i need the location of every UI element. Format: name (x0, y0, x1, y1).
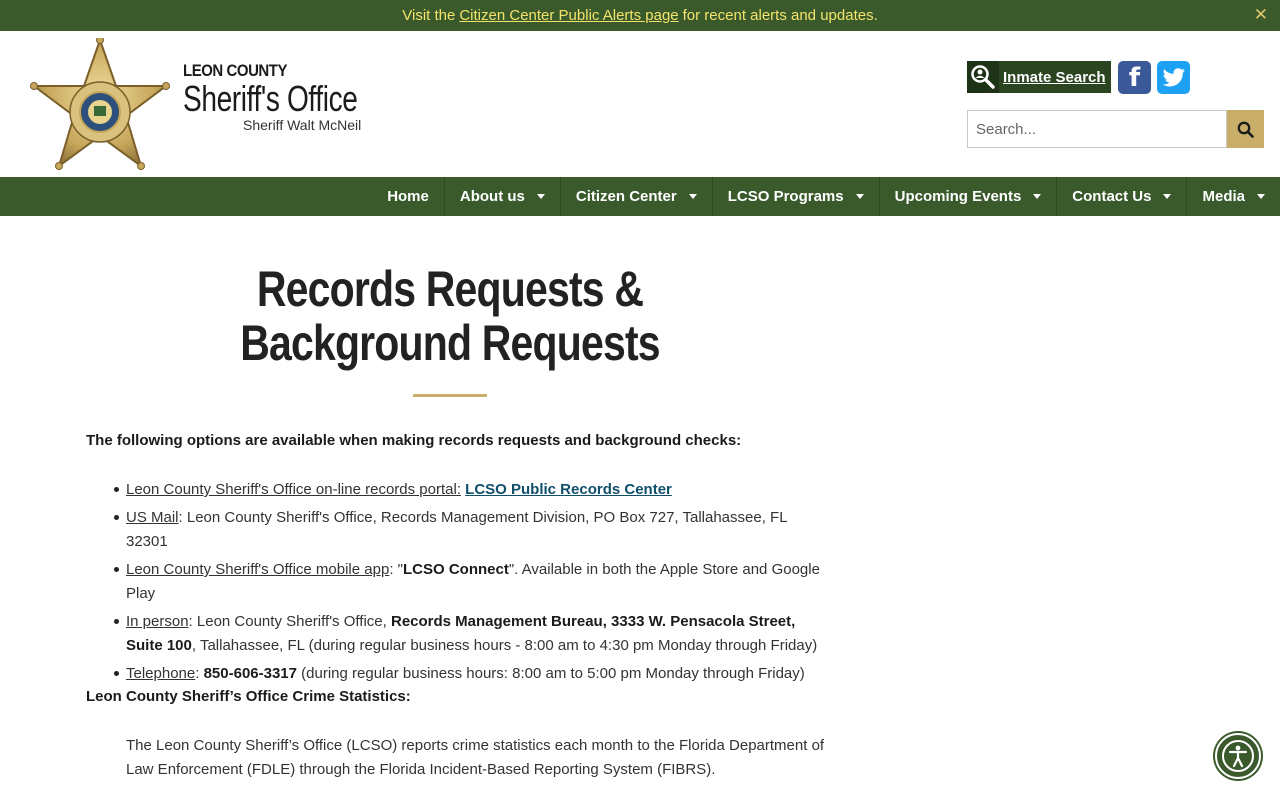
facebook-icon[interactable]: f (1118, 61, 1151, 94)
nav-label: Citizen Center (575, 188, 677, 205)
nav-label: Upcoming Events (894, 188, 1022, 205)
list-item: In person: Leon County Sheriff's Office,… (108, 610, 828, 658)
search-input[interactable] (967, 110, 1227, 148)
mail-label: US Mail (126, 509, 179, 526)
title-divider (413, 394, 487, 397)
alert-suffix: for recent alerts and updates. (682, 7, 878, 24)
list-item: Leon County Sheriff's Office on-line rec… (108, 478, 828, 502)
accessibility-icon[interactable] (1215, 733, 1261, 779)
nav-label: Home (387, 188, 429, 205)
alert-link[interactable]: Citizen Center Public Alerts page (459, 7, 678, 24)
phone-number: 850-606-3317 (203, 665, 297, 682)
app-label: Leon County Sheriff's Office mobile app (126, 561, 390, 578)
magnifier-person-icon (967, 61, 999, 93)
brand-sheriff: Sheriff Walt McNeil (243, 117, 362, 133)
nav-about-us[interactable]: About us (443, 177, 560, 216)
twitter-icon[interactable] (1157, 61, 1190, 94)
page-title: Records Requests & Background Requests (86, 262, 814, 370)
page-title-text: Records Requests & Background Requests (240, 261, 660, 371)
nav-label: Contact Us (1072, 188, 1152, 205)
main-nav: Home About us Citizen Center LCSO Progra… (0, 177, 1280, 216)
alert-bar: Visit the Citizen Center Public Alerts p… (0, 0, 1280, 31)
nav-media[interactable]: Media (1186, 177, 1280, 216)
nav-label: Media (1202, 188, 1245, 205)
phone-text: (during regular business hours: 8:00 am … (301, 665, 805, 682)
caret-down-icon (688, 194, 697, 199)
app-text-1: : " (389, 561, 403, 578)
inmate-search-button[interactable]: Inmate Search (967, 61, 1111, 93)
caret-down-icon (855, 194, 864, 199)
stats-heading: Leon County Sheriff’s Office Crime Stati… (86, 688, 411, 705)
brand-block[interactable]: LEON COUNTY Sheriff's Office Sheriff Wal… (183, 61, 407, 133)
nav-label: About us (459, 188, 525, 205)
app-name: LCSO Connect (402, 561, 509, 578)
mail-text: : Leon County Sheriff's Office, Records … (126, 509, 787, 550)
person-text-1: : Leon County Sheriff's Office, (188, 613, 387, 630)
nav-label: LCSO Programs (727, 188, 844, 205)
sheriff-star-logo[interactable] (30, 38, 170, 172)
nav-citizen-center[interactable]: Citizen Center (559, 177, 712, 216)
inmate-search-label: Inmate Search (1003, 68, 1106, 86)
options-list: Leon County Sheriff's Office on-line rec… (108, 478, 828, 690)
portal-label: Leon County Sheriff's Office on-line rec… (126, 481, 461, 498)
list-item: US Mail: Leon County Sheriff's Office, R… (108, 506, 828, 554)
nav-home[interactable]: Home (372, 177, 444, 216)
site-search (967, 110, 1264, 148)
caret-down-icon (1033, 194, 1042, 199)
list-item: Leon County Sheriff's Office mobile app:… (108, 558, 828, 606)
phone-label: Telephone (126, 665, 196, 682)
caret-down-icon (536, 194, 545, 199)
person-label: In person (126, 613, 189, 630)
site-header: LEON COUNTY Sheriff's Office Sheriff Wal… (0, 31, 1280, 177)
close-icon[interactable]: ✕ (1254, 6, 1268, 24)
nav-contact-us[interactable]: Contact Us (1056, 177, 1186, 216)
intro-text: The following options are available when… (86, 432, 742, 449)
nav-lcso-programs[interactable]: LCSO Programs (711, 177, 879, 216)
brand-office: Sheriff's Office (183, 78, 358, 119)
search-button[interactable] (1227, 110, 1264, 148)
caret-down-icon (1163, 194, 1172, 199)
caret-down-icon (1257, 194, 1265, 199)
person-text-2: , Tallahassee, FL (during regular busine… (191, 637, 818, 654)
search-icon (1237, 121, 1254, 138)
alert-prefix: Visit the (402, 7, 456, 24)
stats-body: The Leon County Sheriff’s Office (LCSO) … (126, 737, 825, 778)
list-item: Telephone: 850-606-3317 (during regular … (108, 662, 828, 686)
nav-upcoming-events[interactable]: Upcoming Events (878, 177, 1057, 216)
public-records-link[interactable]: LCSO Public Records Center (465, 481, 672, 498)
